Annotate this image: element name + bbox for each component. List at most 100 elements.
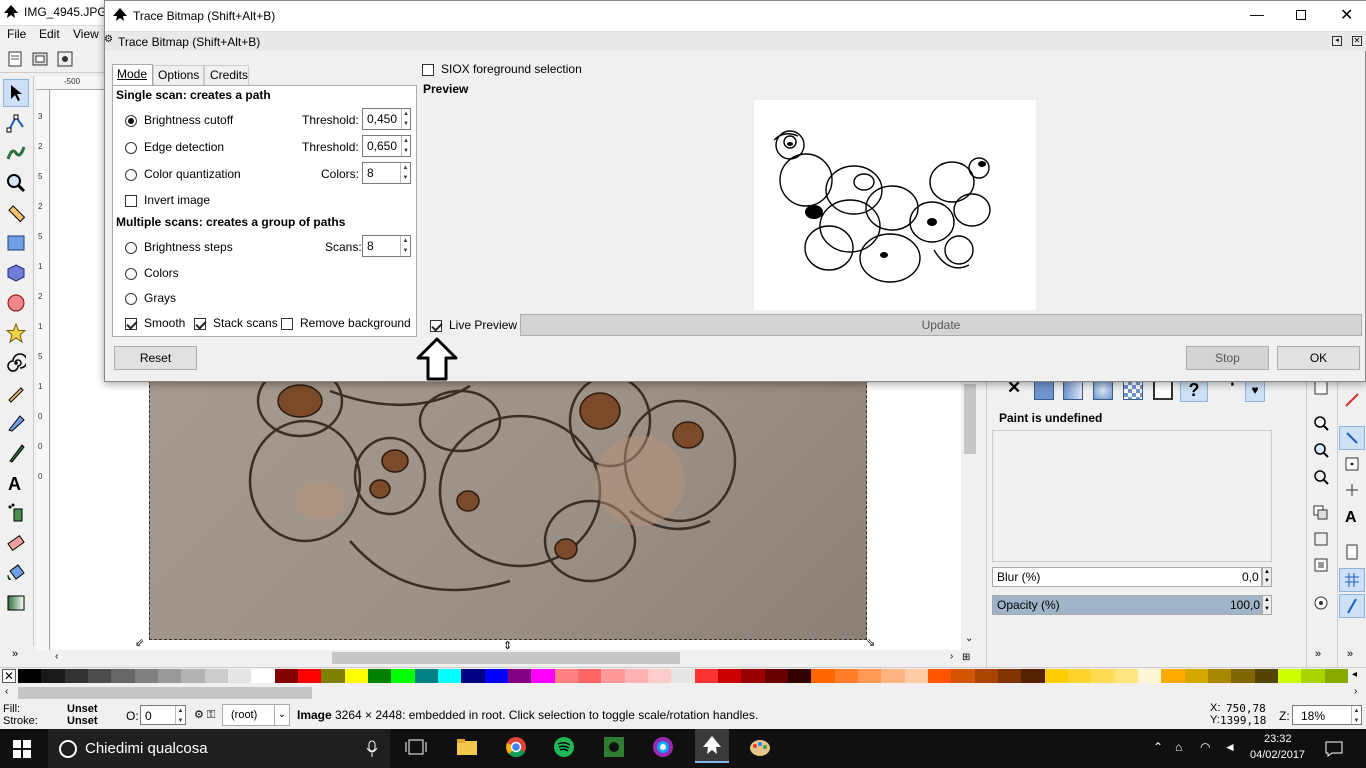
palette-swatch[interactable] — [554, 669, 579, 683]
pattern-icon[interactable] — [1123, 380, 1143, 400]
toolbox-expand-icon[interactable]: » — [12, 648, 18, 660]
dialog-minimize-icon[interactable]: — — [1250, 6, 1264, 22]
palette-swatch[interactable] — [881, 669, 906, 683]
snap-expand-icon[interactable]: » — [1347, 648, 1353, 660]
microphone-icon[interactable] — [362, 737, 382, 761]
palette-swatch[interactable] — [951, 669, 976, 683]
palette-swatch[interactable] — [228, 669, 252, 683]
canvas-image[interactable] — [149, 380, 867, 640]
open-document-icon[interactable] — [31, 50, 49, 68]
palette-swatch[interactable] — [1161, 669, 1186, 683]
scroll-corner-icon[interactable]: ⊞ — [962, 652, 970, 663]
palette-swatch[interactable] — [741, 669, 766, 683]
palette-swatch[interactable] — [601, 669, 626, 683]
live-preview-checkbox[interactable] — [430, 318, 442, 332]
brightness-cutoff-radio[interactable] — [125, 113, 137, 127]
eraser-tool-icon[interactable] — [3, 529, 29, 557]
cortana-icon[interactable] — [56, 737, 80, 761]
inkscape-taskbar-icon[interactable] — [695, 729, 729, 763]
palette-swatch[interactable] — [1068, 669, 1092, 683]
palette-swatch[interactable] — [204, 669, 229, 683]
palette-swatch[interactable] — [1091, 669, 1116, 683]
smooth-label[interactable]: Smooth — [144, 316, 185, 330]
palette-swatch[interactable] — [391, 669, 416, 683]
palette-menu-icon[interactable]: ◂ — [1352, 669, 1357, 680]
palette-swatch[interactable] — [974, 669, 999, 683]
palette-swatch[interactable] — [694, 669, 719, 683]
colors-option-label[interactable]: Colors — [144, 266, 179, 280]
colors-radio[interactable] — [125, 266, 137, 280]
canvas-horizontal-scroll-thumb[interactable] — [332, 652, 680, 664]
palette-swatch[interactable] — [648, 669, 672, 683]
zoom-input[interactable]: 18% ▲ ▼ — [1292, 705, 1362, 725]
palette-swatch[interactable] — [298, 669, 322, 683]
opacity-spinner[interactable]: ▲ ▼ — [1262, 595, 1272, 615]
stroke-value[interactable]: Unset — [67, 715, 98, 727]
palette-swatch[interactable] — [438, 669, 462, 683]
palette-swatch[interactable] — [998, 669, 1022, 683]
task-view-icon[interactable] — [401, 732, 431, 762]
siox-checkbox[interactable] — [422, 62, 434, 76]
flat-color-icon[interactable] — [1034, 380, 1054, 400]
chrome-icon[interactable] — [501, 732, 531, 762]
siox-label[interactable]: SIOX foreground selection — [441, 62, 582, 76]
stack-scans-checkbox[interactable] — [194, 316, 206, 330]
scroll-down-icon[interactable]: ⌄ — [965, 633, 973, 644]
tray-volume-icon[interactable]: ◄ — [1224, 740, 1236, 754]
palette-scroll-left-icon[interactable]: ‹ — [5, 686, 8, 697]
palette-swatch[interactable] — [461, 669, 486, 683]
tray-network-icon[interactable]: ⌂ — [1175, 740, 1182, 754]
palette-swatch[interactable] — [671, 669, 696, 683]
palette-swatch[interactable] — [274, 669, 299, 683]
opacity-short-input[interactable]: 0 ▲ ▼ — [140, 705, 186, 725]
scroll-right-icon[interactable]: › — [950, 651, 953, 662]
palette-swatch[interactable] — [64, 669, 89, 683]
palette-swatch[interactable] — [134, 669, 159, 683]
stop-button[interactable]: Stop — [1186, 346, 1269, 370]
pen-tool-icon[interactable] — [3, 409, 29, 437]
snap-guides-icon[interactable] — [1339, 594, 1365, 618]
tweak-tool-icon[interactable] — [3, 139, 29, 167]
brightness-steps-radio[interactable] — [125, 240, 137, 254]
palette-scroll-thumb[interactable] — [18, 687, 312, 699]
remove-background-label[interactable]: Remove background — [300, 316, 411, 330]
snap-grid-icon[interactable] — [1339, 568, 1365, 592]
invert-image-label[interactable]: Invert image — [144, 193, 210, 207]
palette-swatch[interactable] — [368, 669, 392, 683]
grays-radio[interactable] — [125, 291, 137, 305]
palette-swatch[interactable] — [718, 669, 742, 683]
app-green-icon[interactable] — [599, 732, 629, 762]
snap-center-icon[interactable] — [1339, 452, 1365, 476]
palette-swatch[interactable] — [578, 669, 602, 683]
palette-none-swatch[interactable]: ✕ — [2, 669, 16, 683]
menu-view[interactable]: View — [73, 27, 99, 41]
layer-toggle-icons[interactable]: ⚙ ⚿ — [194, 708, 215, 722]
stack-scans-label[interactable]: Stack scans — [213, 316, 278, 330]
paint-app-icon[interactable] — [745, 732, 775, 762]
pencil-tool-icon[interactable] — [3, 379, 29, 407]
tray-chevron-icon[interactable]: ⌃ — [1153, 740, 1163, 754]
snap-page-icon[interactable] — [1339, 540, 1365, 564]
dialog-close-icon[interactable]: ✕ — [1340, 5, 1353, 25]
import-icon[interactable] — [56, 50, 74, 68]
reset-button[interactable]: Reset — [114, 346, 197, 370]
palette-swatch[interactable] — [858, 669, 882, 683]
palette-swatch[interactable] — [1021, 669, 1046, 683]
palette-swatch[interactable] — [414, 669, 439, 683]
tray-wifi-icon[interactable]: ◠ — [1200, 740, 1210, 754]
palette-swatch[interactable] — [158, 669, 182, 683]
windows-start-icon[interactable] — [10, 737, 34, 761]
threshold-1-input[interactable]: 0,450 ▲ ▼ — [362, 108, 411, 130]
snap-nodes-icon[interactable] — [1339, 388, 1365, 412]
palette-swatch[interactable] — [928, 669, 952, 683]
palette-swatch[interactable] — [18, 669, 42, 683]
threshold-2-input[interactable]: 0,650 ▲ ▼ — [362, 135, 411, 157]
color-quantization-label[interactable]: Color quantization — [144, 167, 241, 181]
dock-close-icon[interactable]: ✕ — [1352, 36, 1362, 46]
swatch-icon[interactable] — [1153, 380, 1173, 400]
palette-swatch[interactable] — [1138, 669, 1162, 683]
handle-bottom-right-icon[interactable]: ⇘ — [866, 636, 875, 649]
clone-icon[interactable] — [1308, 528, 1334, 550]
palette-swatch[interactable] — [764, 669, 789, 683]
palette-swatch[interactable] — [1301, 669, 1326, 683]
